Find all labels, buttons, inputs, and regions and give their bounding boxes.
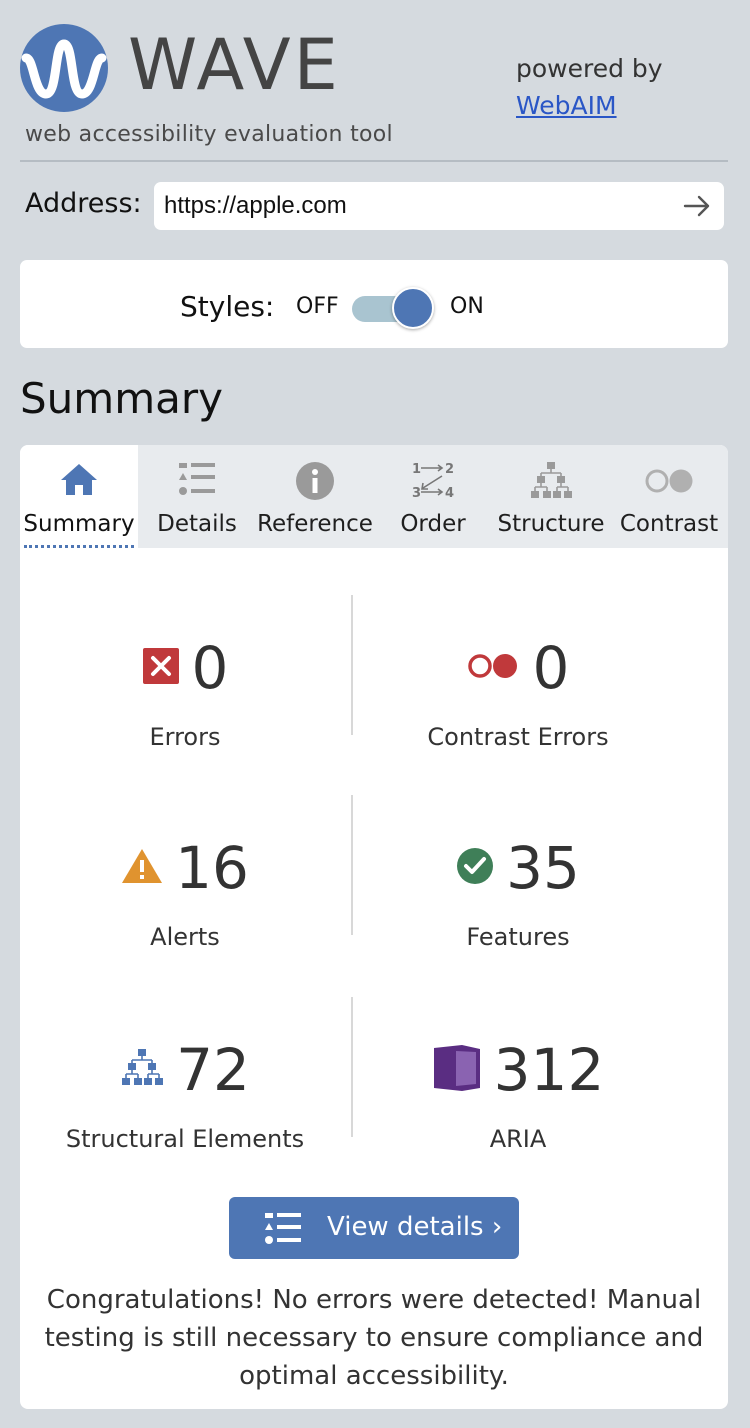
- svg-text:3: 3: [412, 486, 421, 501]
- tab-details[interactable]: Details: [138, 445, 256, 548]
- page-title: Summary: [20, 374, 223, 423]
- view-details-label: View details ›: [327, 1212, 503, 1242]
- wave-logo-icon: [20, 24, 108, 112]
- tab-label: Contrast: [619, 511, 719, 537]
- svg-text:4: 4: [445, 486, 454, 501]
- logo-wordmark: WAVE: [128, 24, 341, 106]
- tab-contrast[interactable]: Contrast: [610, 445, 728, 548]
- errors-count: 0: [191, 634, 229, 702]
- alert-icon: [121, 847, 163, 889]
- features-stat[interactable]: 35 Features: [353, 833, 683, 983]
- aria-count: 312: [493, 1036, 605, 1104]
- feature-icon: [456, 847, 494, 889]
- powered-by-text: powered by: [516, 54, 663, 83]
- features-label: Features: [466, 923, 570, 951]
- tab-label: Reference: [257, 511, 373, 537]
- tab-label: Order: [400, 511, 466, 537]
- list-icon: [263, 1211, 303, 1249]
- header-divider: [20, 160, 728, 162]
- tagline: web accessibility evaluation tool: [25, 122, 393, 147]
- tab-label: Details: [157, 511, 237, 537]
- tab-summary[interactable]: Summary: [20, 445, 138, 548]
- contrast-errors-stat[interactable]: 0 Contrast Errors: [353, 633, 683, 783]
- error-icon: [142, 647, 180, 689]
- tab-label: Summary: [23, 511, 135, 537]
- svg-text:1: 1: [412, 462, 421, 477]
- address-label: Address:: [25, 188, 142, 219]
- styles-off-label[interactable]: OFF: [296, 294, 339, 319]
- structural-label: Structural Elements: [65, 1125, 305, 1153]
- features-count: 35: [506, 834, 580, 902]
- errors-label: Errors: [149, 723, 221, 751]
- styles-toggle-knob[interactable]: [392, 287, 434, 329]
- info-icon: [295, 461, 335, 505]
- list-icon: [177, 461, 217, 501]
- tab-label: Structure: [497, 511, 605, 537]
- styles-on-label[interactable]: ON: [450, 294, 484, 319]
- aria-label: ARIA: [489, 1125, 547, 1153]
- structural-count: 72: [176, 1036, 250, 1104]
- tab-structure[interactable]: Structure: [492, 445, 610, 548]
- styles-toggle-card: Styles: OFF ON: [20, 260, 728, 348]
- contrast-errors-label: Contrast Errors: [427, 723, 609, 751]
- styles-label: Styles:: [180, 290, 275, 323]
- alerts-label: Alerts: [150, 923, 220, 951]
- address-value[interactable]: https://apple.com: [164, 192, 347, 220]
- congrats-message: Congratulations! No errors were detected…: [44, 1285, 704, 1391]
- arrow-right-icon[interactable]: [682, 192, 712, 220]
- svg-text:2: 2: [445, 462, 454, 477]
- alerts-count: 16: [175, 834, 249, 902]
- structure-icon: [529, 461, 573, 505]
- aria-stat[interactable]: 312 ARIA: [353, 1035, 683, 1185]
- structure-icon: [120, 1048, 164, 1092]
- tab-reference[interactable]: Reference: [256, 445, 374, 548]
- app-header: WAVE web accessibility evaluation tool p…: [0, 0, 750, 162]
- webaim-link[interactable]: WebAIM: [516, 91, 617, 120]
- aria-icon: [432, 1044, 482, 1096]
- view-details-button[interactable]: View details ›: [229, 1197, 519, 1259]
- contrast-icon: [643, 461, 695, 505]
- address-input[interactable]: https://apple.com: [154, 182, 724, 230]
- order-icon: 1 2 3 4: [411, 461, 455, 505]
- errors-stat[interactable]: 0 Errors: [20, 633, 350, 783]
- home-icon: [59, 461, 99, 501]
- tab-bar: Summary Details Reference 1 2 3 4 Order …: [20, 445, 728, 548]
- tab-order[interactable]: 1 2 3 4 Order: [374, 445, 492, 548]
- summary-panel: Summary Details Reference 1 2 3 4 Order …: [20, 445, 728, 1409]
- contrast-errors-count: 0: [532, 634, 570, 702]
- contrast-error-icon: [467, 651, 521, 685]
- alerts-stat[interactable]: 16 Alerts: [20, 833, 350, 983]
- structural-elements-stat[interactable]: 72 Structural Elements: [20, 1035, 350, 1185]
